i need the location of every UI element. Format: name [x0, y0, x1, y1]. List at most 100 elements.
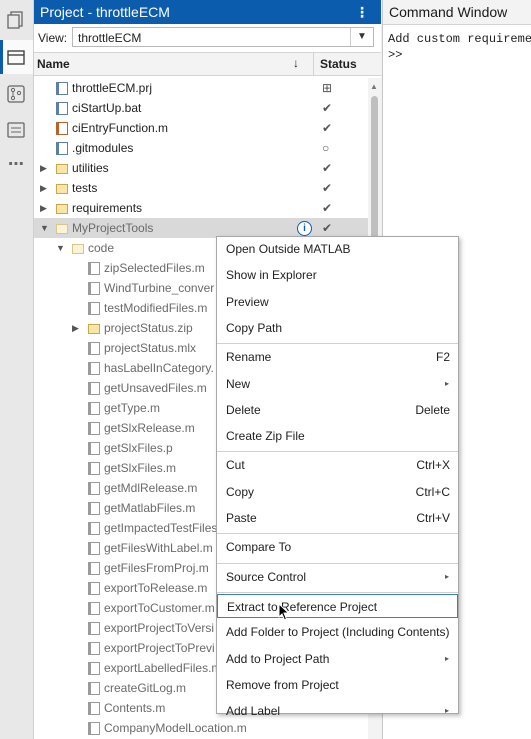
menu-item-add-to-project-path[interactable]: Add to Project Path ▸ — [217, 647, 458, 671]
file-name: projectStatus.zip — [104, 321, 193, 335]
folder-icon — [56, 184, 68, 194]
m-file-icon — [88, 382, 100, 395]
file-name: getImpactedTestFiles — [104, 521, 218, 535]
file-list-header: Name ↓ Status — [34, 52, 381, 76]
menu-separator — [217, 591, 458, 593]
file-name: testModifiedFiles.m — [104, 301, 208, 315]
file-name: exportToRelease.m — [104, 581, 208, 595]
menu-item-label: Delete — [226, 402, 261, 417]
file-row[interactable]: ▶ utilities ✔ — [34, 158, 368, 178]
status-column-header[interactable]: Status — [320, 57, 357, 71]
file-name: getSlxFiles.m — [104, 461, 177, 475]
chevron-right-icon[interactable]: ▶ — [72, 318, 79, 338]
file-row[interactable]: .gitmodules ○ — [34, 138, 368, 158]
menu-item-label: Create Zip File — [226, 429, 305, 444]
menu-item-remove-from-project[interactable]: Remove from Project — [217, 673, 458, 697]
text-file-icon — [56, 142, 68, 155]
chevron-right-icon[interactable]: ▶ — [40, 158, 47, 178]
project-icon[interactable] — [6, 47, 26, 67]
more-icon[interactable]: ⋯ — [8, 154, 28, 174]
file-name: createGitLog.m — [104, 681, 187, 695]
m-file-icon — [88, 702, 100, 715]
check-icon: ✔ — [322, 181, 333, 195]
m-file-icon — [88, 422, 100, 435]
file-row[interactable]: ciStartUp.bat ✔ — [34, 98, 368, 118]
file-name: exportToCustomer.m — [104, 601, 215, 615]
m-file-icon — [88, 362, 100, 375]
function-file-icon — [56, 122, 68, 135]
column-divider[interactable] — [313, 53, 314, 75]
mouse-cursor-icon — [278, 603, 290, 621]
sort-arrow-icon[interactable]: ↓ — [293, 56, 299, 70]
m-file-icon — [88, 602, 100, 615]
menu-item-preview[interactable]: Preview — [217, 290, 458, 314]
file-name: Contents.m — [104, 701, 166, 715]
m-file-icon — [88, 622, 100, 635]
project-panel-title: Project - throttleECM — [40, 4, 170, 20]
chevron-down-icon[interactable]: ▼ — [40, 218, 49, 238]
m-file-icon — [88, 662, 100, 675]
folder-icon — [56, 224, 68, 234]
data-file-icon — [88, 282, 100, 295]
scroll-up-icon[interactable]: ▲ — [370, 82, 378, 91]
chevron-down-icon[interactable]: ▼ — [350, 28, 373, 46]
menu-separator — [217, 533, 458, 535]
files-icon[interactable] — [6, 10, 26, 30]
file-row[interactable]: ciEntryFunction.m ✔ — [34, 118, 368, 138]
menu-item-extract-to-reference-project[interactable]: Extract to Reference Project — [217, 593, 458, 618]
source-control-icon[interactable] — [6, 84, 26, 104]
menu-item-label: Source Control — [226, 569, 307, 584]
project-file-icon — [56, 82, 68, 95]
menu-item-delete[interactable]: Delete Delete — [217, 398, 458, 422]
menu-item-label: Extract to Reference Project — [227, 599, 378, 614]
file-row[interactable]: ▶ tests ✔ — [34, 178, 368, 198]
menu-item-shortcut: Ctrl+X — [416, 458, 450, 473]
menu-item-source-control[interactable]: Source Control ▸ — [217, 565, 458, 589]
menu-separator — [217, 562, 458, 564]
file-name: exportProjectToVersi — [104, 621, 215, 635]
menu-item-cut[interactable]: Cut Ctrl+X — [217, 453, 458, 477]
menu-item-compare-to[interactable]: Compare To — [217, 535, 458, 559]
name-column-header[interactable]: Name — [37, 57, 70, 71]
file-row[interactable]: ▶ requirements ✔ — [34, 198, 368, 218]
menu-item-label: Compare To — [226, 540, 292, 555]
project-status-icon: ⊞ — [322, 81, 333, 95]
menu-item-label: Open Outside MATLAB — [226, 242, 351, 256]
project-panel-titlebar: Project - throttleECM ⋮ — [34, 0, 381, 24]
m-file-icon — [88, 722, 100, 735]
menu-item-copy[interactable]: Copy Ctrl+C — [217, 480, 458, 504]
chevron-right-icon: ▸ — [444, 706, 449, 716]
menu-item-add-label[interactable]: Add Label ▸ — [217, 699, 458, 723]
menu-item-rename[interactable]: Rename F2 — [217, 345, 458, 369]
info-icon[interactable]: i — [297, 221, 312, 236]
menu-item-label: Copy — [226, 484, 255, 499]
file-row[interactable]: ▼ MyProjectTools i ✔ — [34, 218, 368, 238]
menu-item-add-folder-to-project-including-contents[interactable]: Add Folder to Project (Including Content… — [217, 620, 458, 644]
menu-item-paste[interactable]: Paste Ctrl+V — [217, 506, 458, 530]
menu-item-open-outside-matlab[interactable]: Open Outside MATLAB — [217, 237, 458, 261]
file-name: MyProjectTools — [72, 221, 154, 235]
chevron-right-icon[interactable]: ▶ — [40, 198, 47, 218]
command-output-line: Add custom requireme — [388, 32, 531, 46]
chevron-right-icon[interactable]: ▶ — [40, 178, 47, 198]
text-file-icon — [56, 102, 68, 115]
command-prompt[interactable]: >> — [383, 47, 531, 63]
panel-menu-icon[interactable]: ⋮ — [355, 0, 369, 24]
menu-item-label: Rename — [226, 350, 272, 365]
m-file-icon — [88, 582, 100, 595]
file-name: getType.m — [104, 401, 161, 415]
menu-item-copy-path[interactable]: Copy Path — [217, 316, 458, 340]
changes-icon[interactable] — [6, 120, 26, 140]
menu-item-new[interactable]: New ▸ — [217, 372, 458, 396]
view-dropdown[interactable]: throttleECM ▼ — [72, 27, 374, 47]
file-name: ciEntryFunction.m — [72, 121, 169, 135]
m-file-icon — [88, 642, 100, 655]
menu-item-show-in-explorer[interactable]: Show in Explorer — [217, 263, 458, 287]
menu-item-label: Add Folder to Project (Including Content… — [226, 625, 450, 640]
menu-item-create-zip-file[interactable]: Create Zip File — [217, 424, 458, 448]
file-name: getUnsavedFiles.m — [104, 381, 207, 395]
file-name: zipSelectedFiles.m — [104, 261, 205, 275]
file-row[interactable]: throttleECM.prj ⊞ — [34, 78, 368, 98]
file-name: throttleECM.prj — [72, 81, 153, 95]
chevron-down-icon[interactable]: ▼ — [56, 238, 65, 258]
